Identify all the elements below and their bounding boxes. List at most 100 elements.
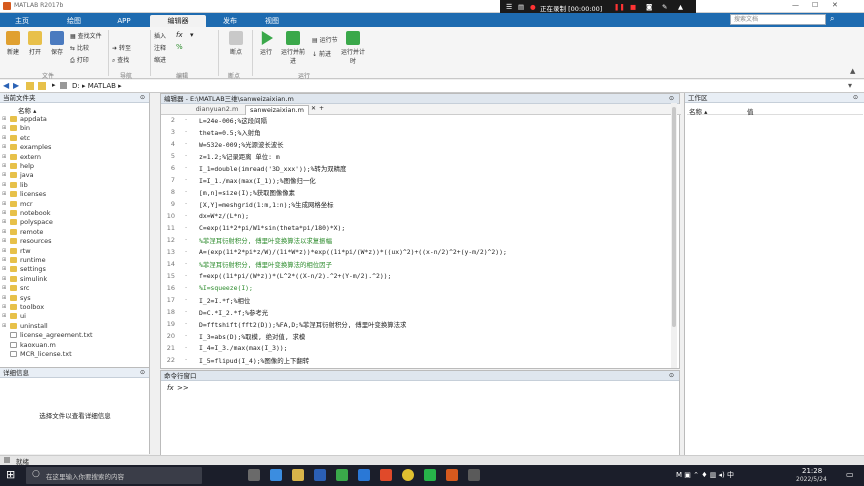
- expand-icon[interactable]: ⊞: [2, 266, 6, 272]
- tab-view[interactable]: 视图: [254, 15, 290, 27]
- fx-icon[interactable]: fx: [176, 31, 183, 39]
- current-path[interactable]: D: ▸ MATLAB ▸: [72, 82, 122, 90]
- expand-icon[interactable]: ⊞: [2, 182, 6, 188]
- list-item[interactable]: appdata: [20, 115, 47, 123]
- windows-start-icon[interactable]: ⊞: [6, 468, 15, 481]
- workspace-col-name[interactable]: 名称 ▴: [689, 106, 707, 116]
- column-name[interactable]: 名称 ▴: [18, 105, 36, 115]
- list-item[interactable]: help: [20, 162, 34, 170]
- breakpoint-marker[interactable]: -: [185, 284, 187, 291]
- insert-dropdown-icon[interactable]: ▾: [190, 31, 194, 39]
- search-input[interactable]: 搜索文档: [730, 14, 826, 25]
- code-line[interactable]: I_2=I.*f;%相位: [199, 296, 250, 305]
- browse-folder-icon[interactable]: [38, 82, 46, 90]
- breakpoint-marker[interactable]: -: [185, 212, 187, 219]
- breakpoints-button[interactable]: 断点: [224, 31, 248, 56]
- code-line[interactable]: [X,Y]=meshgrid(1:m,1:n);%生成网格坐标: [199, 200, 334, 209]
- list-item[interactable]: polyspace: [20, 218, 53, 226]
- path-dropdown-icon[interactable]: ▾: [848, 81, 852, 90]
- insert-button[interactable]: 插入: [154, 31, 174, 40]
- tab-publish[interactable]: 发布: [212, 15, 248, 27]
- maximize-icon[interactable]: ☐: [812, 1, 818, 9]
- code-line[interactable]: D=fftshift(fft2(D));%FA,D;%菲涅耳衍射积分, 傅里叶变…: [199, 320, 406, 329]
- minimize-icon[interactable]: —: [792, 1, 799, 9]
- close-icon[interactable]: ✕: [832, 1, 838, 9]
- chrome-icon[interactable]: [402, 469, 414, 481]
- back-icon[interactable]: ◀: [3, 81, 9, 90]
- forward-icon[interactable]: ▶: [13, 81, 19, 90]
- code-line[interactable]: W=532e-009;%光源波长波长: [199, 140, 284, 149]
- code-line[interactable]: %I=squeeze(I);: [199, 284, 253, 292]
- workspace-menu-icon[interactable]: ⊙: [853, 94, 858, 101]
- expand-icon[interactable]: ⊞: [2, 144, 6, 150]
- editor-menu-icon[interactable]: ⊙: [669, 95, 674, 102]
- code-line[interactable]: I_1=double(imread('3D_xxx'));%转为双精度: [199, 164, 346, 173]
- breakpoint-marker[interactable]: -: [185, 308, 187, 315]
- breakpoint-marker[interactable]: -: [185, 164, 187, 171]
- path-root-icon[interactable]: ▸: [52, 81, 56, 89]
- code-line[interactable]: %菲涅耳衍射积分, 傅里叶变换算法的相位因子: [199, 260, 332, 269]
- print-button[interactable]: ⎙ 打印: [70, 55, 104, 65]
- expand-icon[interactable]: ⊞: [2, 323, 6, 329]
- expand-icon[interactable]: ⊞: [2, 125, 6, 131]
- tab-sanweizaixian[interactable]: sanweizaixian.m: [245, 105, 309, 115]
- list-item[interactable]: src: [20, 284, 30, 292]
- recorder-stop-icon[interactable]: ■: [630, 3, 636, 11]
- tab-plots[interactable]: 绘图: [56, 15, 92, 27]
- list-item[interactable]: remote: [20, 228, 43, 236]
- tab-apps[interactable]: APP: [106, 15, 142, 27]
- edge-icon[interactable]: [270, 469, 282, 481]
- list-item[interactable]: simulink: [20, 275, 47, 283]
- run-section-button[interactable]: ▤ 运行节: [312, 35, 342, 44]
- tab-editor[interactable]: 编辑器: [150, 15, 206, 27]
- breakpoint-marker[interactable]: -: [185, 128, 187, 135]
- code-line[interactable]: dx=W*z/(L*n);: [199, 212, 249, 220]
- breakpoint-marker[interactable]: -: [185, 200, 187, 207]
- run-advance-button[interactable]: 运行并前进: [280, 31, 306, 65]
- recorder-taskbar-icon[interactable]: [468, 469, 480, 481]
- expand-icon[interactable]: ⊞: [2, 154, 6, 160]
- list-item[interactable]: examples: [20, 143, 51, 151]
- code-area[interactable]: 2 - L=24e-006;%这段间隔 3 - theta=0.5;%入射角 4 - W=532…: [161, 116, 671, 368]
- code-line[interactable]: D=C.*I_2.*f;%参考光: [199, 308, 268, 317]
- code-line[interactable]: I_5=flipud(I_4);%图像的上下翻转: [199, 356, 309, 365]
- taskbar-search[interactable]: ○ 在这里输入你要搜索的内容: [26, 467, 202, 484]
- pane-menu-icon[interactable]: ⊙: [140, 94, 145, 101]
- save-button[interactable]: 保存: [48, 31, 66, 56]
- list-item[interactable]: sys: [20, 294, 31, 302]
- breakpoint-marker[interactable]: -: [185, 356, 187, 363]
- find-files-button[interactable]: ▦ 查找文件: [70, 31, 104, 40]
- expand-icon[interactable]: ⊞: [2, 229, 6, 235]
- task-view-icon[interactable]: [248, 469, 260, 481]
- expand-icon[interactable]: ⊞: [2, 304, 6, 310]
- list-item[interactable]: resources: [20, 237, 52, 245]
- list-item[interactable]: bin: [20, 124, 30, 132]
- list-item[interactable]: MCR_license.txt: [20, 350, 72, 358]
- expand-icon[interactable]: ⊞: [2, 116, 6, 122]
- recorder-camera-icon[interactable]: ◙: [646, 3, 652, 11]
- expand-icon[interactable]: ⊞: [2, 135, 6, 141]
- code-line[interactable]: I_4=I_3./max(max(I_3));: [199, 344, 288, 352]
- list-item[interactable]: runtime: [20, 256, 46, 264]
- list-item[interactable]: lib: [20, 181, 28, 189]
- breakpoint-marker[interactable]: -: [185, 296, 187, 303]
- list-item[interactable]: rtw: [20, 247, 31, 255]
- recorder-close-icon[interactable]: ▲: [678, 3, 683, 11]
- expand-icon[interactable]: ⊞: [2, 313, 6, 319]
- breakpoint-marker[interactable]: -: [185, 236, 187, 243]
- breakpoint-marker[interactable]: -: [185, 152, 187, 159]
- code-line[interactable]: %菲涅耳衍射积分, 傅里叶变换算法以求复振幅: [199, 236, 332, 245]
- list-item[interactable]: etc: [20, 134, 30, 142]
- editor-scroll-thumb[interactable]: [672, 107, 676, 327]
- expand-icon[interactable]: ⊞: [2, 257, 6, 263]
- word-icon[interactable]: [314, 469, 326, 481]
- expand-icon[interactable]: ⊞: [2, 219, 6, 225]
- breakpoint-marker[interactable]: -: [185, 260, 187, 267]
- list-item[interactable]: settings: [20, 265, 46, 273]
- code-line[interactable]: f=exp((1i*pi/(W*z))*(L^2*((X-n/2).^2+(Y-…: [199, 272, 391, 280]
- compare-button[interactable]: ⇆ 比较: [70, 43, 104, 52]
- breakpoint-marker[interactable]: -: [185, 224, 187, 231]
- indent-button[interactable]: 缩进: [154, 55, 174, 64]
- list-item[interactable]: toolbox: [20, 303, 44, 311]
- tab-dianyuan2[interactable]: dianyuan2.m: [191, 105, 243, 115]
